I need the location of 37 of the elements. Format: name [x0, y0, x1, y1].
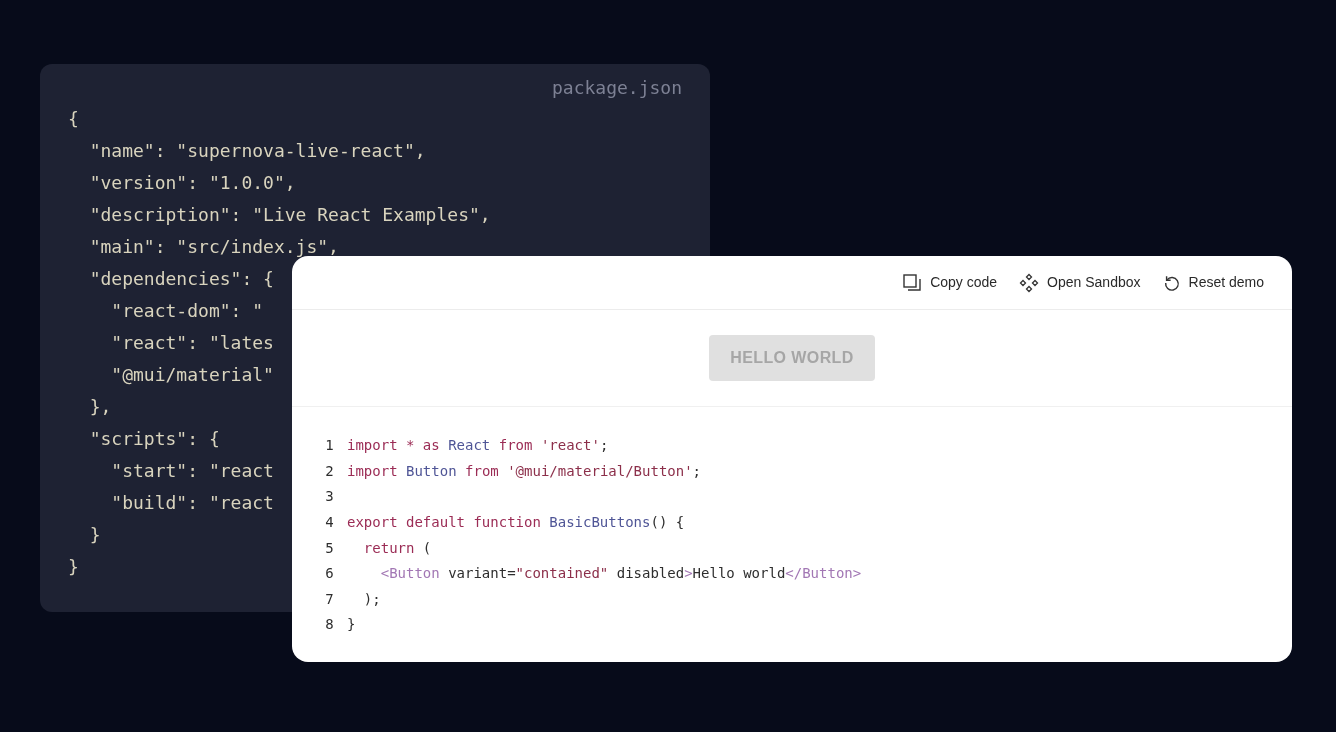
line-number: 3 — [324, 487, 335, 507]
line-number: 1 — [324, 436, 335, 456]
code-line: "react": "lates — [110, 330, 274, 355]
code-line: export default function BasicButtons() { — [347, 513, 685, 533]
line-number: 7 — [324, 589, 335, 609]
code-line: } — [347, 615, 356, 635]
toolbar-button[interactable]: Copy code — [902, 272, 998, 293]
code-line: "react-dom": " — [110, 298, 264, 323]
code-line: "scripts": { — [88, 426, 220, 451]
diamonds-icon — [1019, 272, 1040, 293]
undo-icon — [1162, 273, 1181, 292]
code-line: "version": "1.0.0", — [88, 170, 296, 195]
line-number: 5 — [324, 538, 335, 558]
code-line: <Button variant="contained" disabled>Hello world</Button> — [379, 564, 862, 584]
code-line: return ( — [362, 538, 432, 558]
toolbar-button[interactable]: Open Sandbox — [1019, 272, 1141, 293]
code-line: "description": "Live React Examples", — [88, 202, 491, 227]
code-line: }, — [88, 394, 112, 419]
code-line: } — [88, 522, 101, 547]
toolbar-button[interactable]: Reset demo — [1162, 272, 1264, 293]
code-line: "@mui/material" — [110, 362, 274, 387]
file-name: package.json — [551, 76, 682, 100]
code-line: "build": "react — [110, 490, 274, 515]
code-line: import Button from '@mui/material/Button'; — [347, 461, 702, 481]
code-line: "main": "src/index.js", — [88, 234, 339, 259]
line-number: 6 — [324, 564, 335, 584]
code-line: "dependencies": { — [88, 266, 274, 291]
code-line: } — [68, 554, 79, 579]
code-line: "start": "react — [110, 458, 274, 483]
code-line: { — [68, 106, 79, 131]
code-line: ); — [362, 589, 381, 609]
copy-icon — [902, 272, 923, 293]
line-number: 2 — [324, 461, 335, 481]
code-line: import * as React from 'react'; — [347, 436, 609, 456]
line-number: 8 — [324, 615, 335, 635]
code-line: "name": "supernova-live-react", — [88, 138, 426, 163]
line-number: 4 — [324, 513, 335, 533]
